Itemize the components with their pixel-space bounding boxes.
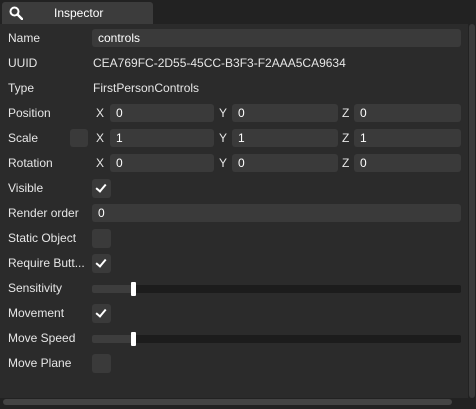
rotation-row: Rotation X 0 Y 0 Z 0	[0, 151, 468, 176]
scale-z-axis-label: Z	[342, 131, 350, 145]
sensitivity-slider-fill	[92, 285, 133, 293]
uuid-row: UUID CEA769FC-2D55-45CC-B3F3-F2AAA5CA963…	[0, 51, 468, 76]
render-order-field[interactable]: 0	[92, 204, 461, 222]
position-x-axis-label: X	[96, 106, 105, 120]
rotation-y-axis-label: Y	[219, 156, 228, 170]
movement-checkbox[interactable]	[92, 304, 111, 323]
type-value: FirstPersonControls	[93, 81, 200, 95]
rotation-x-axis-label: X	[96, 156, 105, 170]
move-plane-checkbox[interactable]	[92, 354, 111, 373]
tab-bar: Inspector	[0, 0, 476, 24]
position-z-field[interactable]: 0	[354, 104, 461, 122]
move-speed-slider[interactable]	[92, 332, 461, 346]
rotation-label: Rotation	[8, 156, 53, 170]
uuid-value: CEA769FC-2D55-45CC-B3F3-F2AAA5CA9634	[93, 56, 346, 70]
position-row: Position X 0 Y 0 Z 0	[0, 101, 468, 126]
sensitivity-slider[interactable]	[92, 282, 461, 296]
move-speed-slider-fill	[92, 335, 133, 343]
scale-y-axis-label: Y	[219, 131, 228, 145]
position-z-axis-label: Z	[342, 106, 350, 120]
rotation-z-field[interactable]: 0	[354, 154, 461, 172]
render-order-row: Render order 0	[0, 201, 468, 226]
scale-row: Scale X 1 Y 1 Z 1	[0, 126, 468, 151]
position-y-axis-label: Y	[219, 106, 228, 120]
horizontal-scrollbar[interactable]	[3, 399, 452, 405]
position-label: Position	[8, 106, 51, 120]
scale-x-field[interactable]: 1	[110, 129, 214, 147]
static-object-row: Static Object	[0, 226, 468, 251]
rotation-y-field[interactable]: 0	[232, 154, 338, 172]
require-button-row: Require Butt...	[0, 251, 468, 276]
vertical-scrollbar[interactable]	[469, 24, 475, 398]
name-field[interactable]: controls	[92, 29, 461, 47]
type-row: Type FirstPersonControls	[0, 76, 468, 101]
require-button-label: Require Butt...	[8, 256, 85, 270]
sensitivity-row: Sensitivity	[0, 276, 468, 301]
sensitivity-slider-thumb[interactable]	[131, 282, 136, 296]
movement-row: Movement	[0, 301, 468, 326]
type-label: Type	[8, 81, 35, 95]
move-speed-slider-thumb[interactable]	[131, 332, 136, 346]
static-object-label: Static Object	[8, 231, 77, 245]
visible-label: Visible	[8, 181, 44, 195]
render-order-label: Render order	[8, 206, 79, 220]
rotation-x-field[interactable]: 0	[110, 154, 214, 172]
move-plane-row: Move Plane	[0, 351, 468, 376]
movement-label: Movement	[8, 306, 65, 320]
search-icon	[9, 6, 23, 20]
name-row: Name controls	[0, 26, 468, 51]
visible-checkbox[interactable]	[92, 179, 111, 198]
move-plane-label: Move Plane	[8, 356, 72, 370]
sensitivity-label: Sensitivity	[8, 281, 63, 295]
move-speed-row: Move Speed	[0, 326, 468, 351]
rotation-z-axis-label: Z	[342, 156, 350, 170]
uuid-label: UUID	[8, 56, 38, 70]
move-speed-label: Move Speed	[8, 331, 76, 345]
position-x-field[interactable]: 0	[110, 104, 214, 122]
static-object-checkbox[interactable]	[92, 229, 111, 248]
tab-label: Inspector	[54, 6, 104, 20]
visible-row: Visible	[0, 176, 468, 201]
tab-inspector[interactable]: Inspector	[2, 2, 153, 24]
position-y-field[interactable]: 0	[232, 104, 338, 122]
name-label: Name	[8, 31, 41, 45]
scale-lock-toggle[interactable]	[70, 129, 88, 147]
scale-z-field[interactable]: 1	[354, 129, 461, 147]
scale-x-axis-label: X	[96, 131, 105, 145]
require-button-checkbox[interactable]	[92, 254, 111, 273]
scale-y-field[interactable]: 1	[232, 129, 338, 147]
scale-label: Scale	[8, 131, 39, 145]
